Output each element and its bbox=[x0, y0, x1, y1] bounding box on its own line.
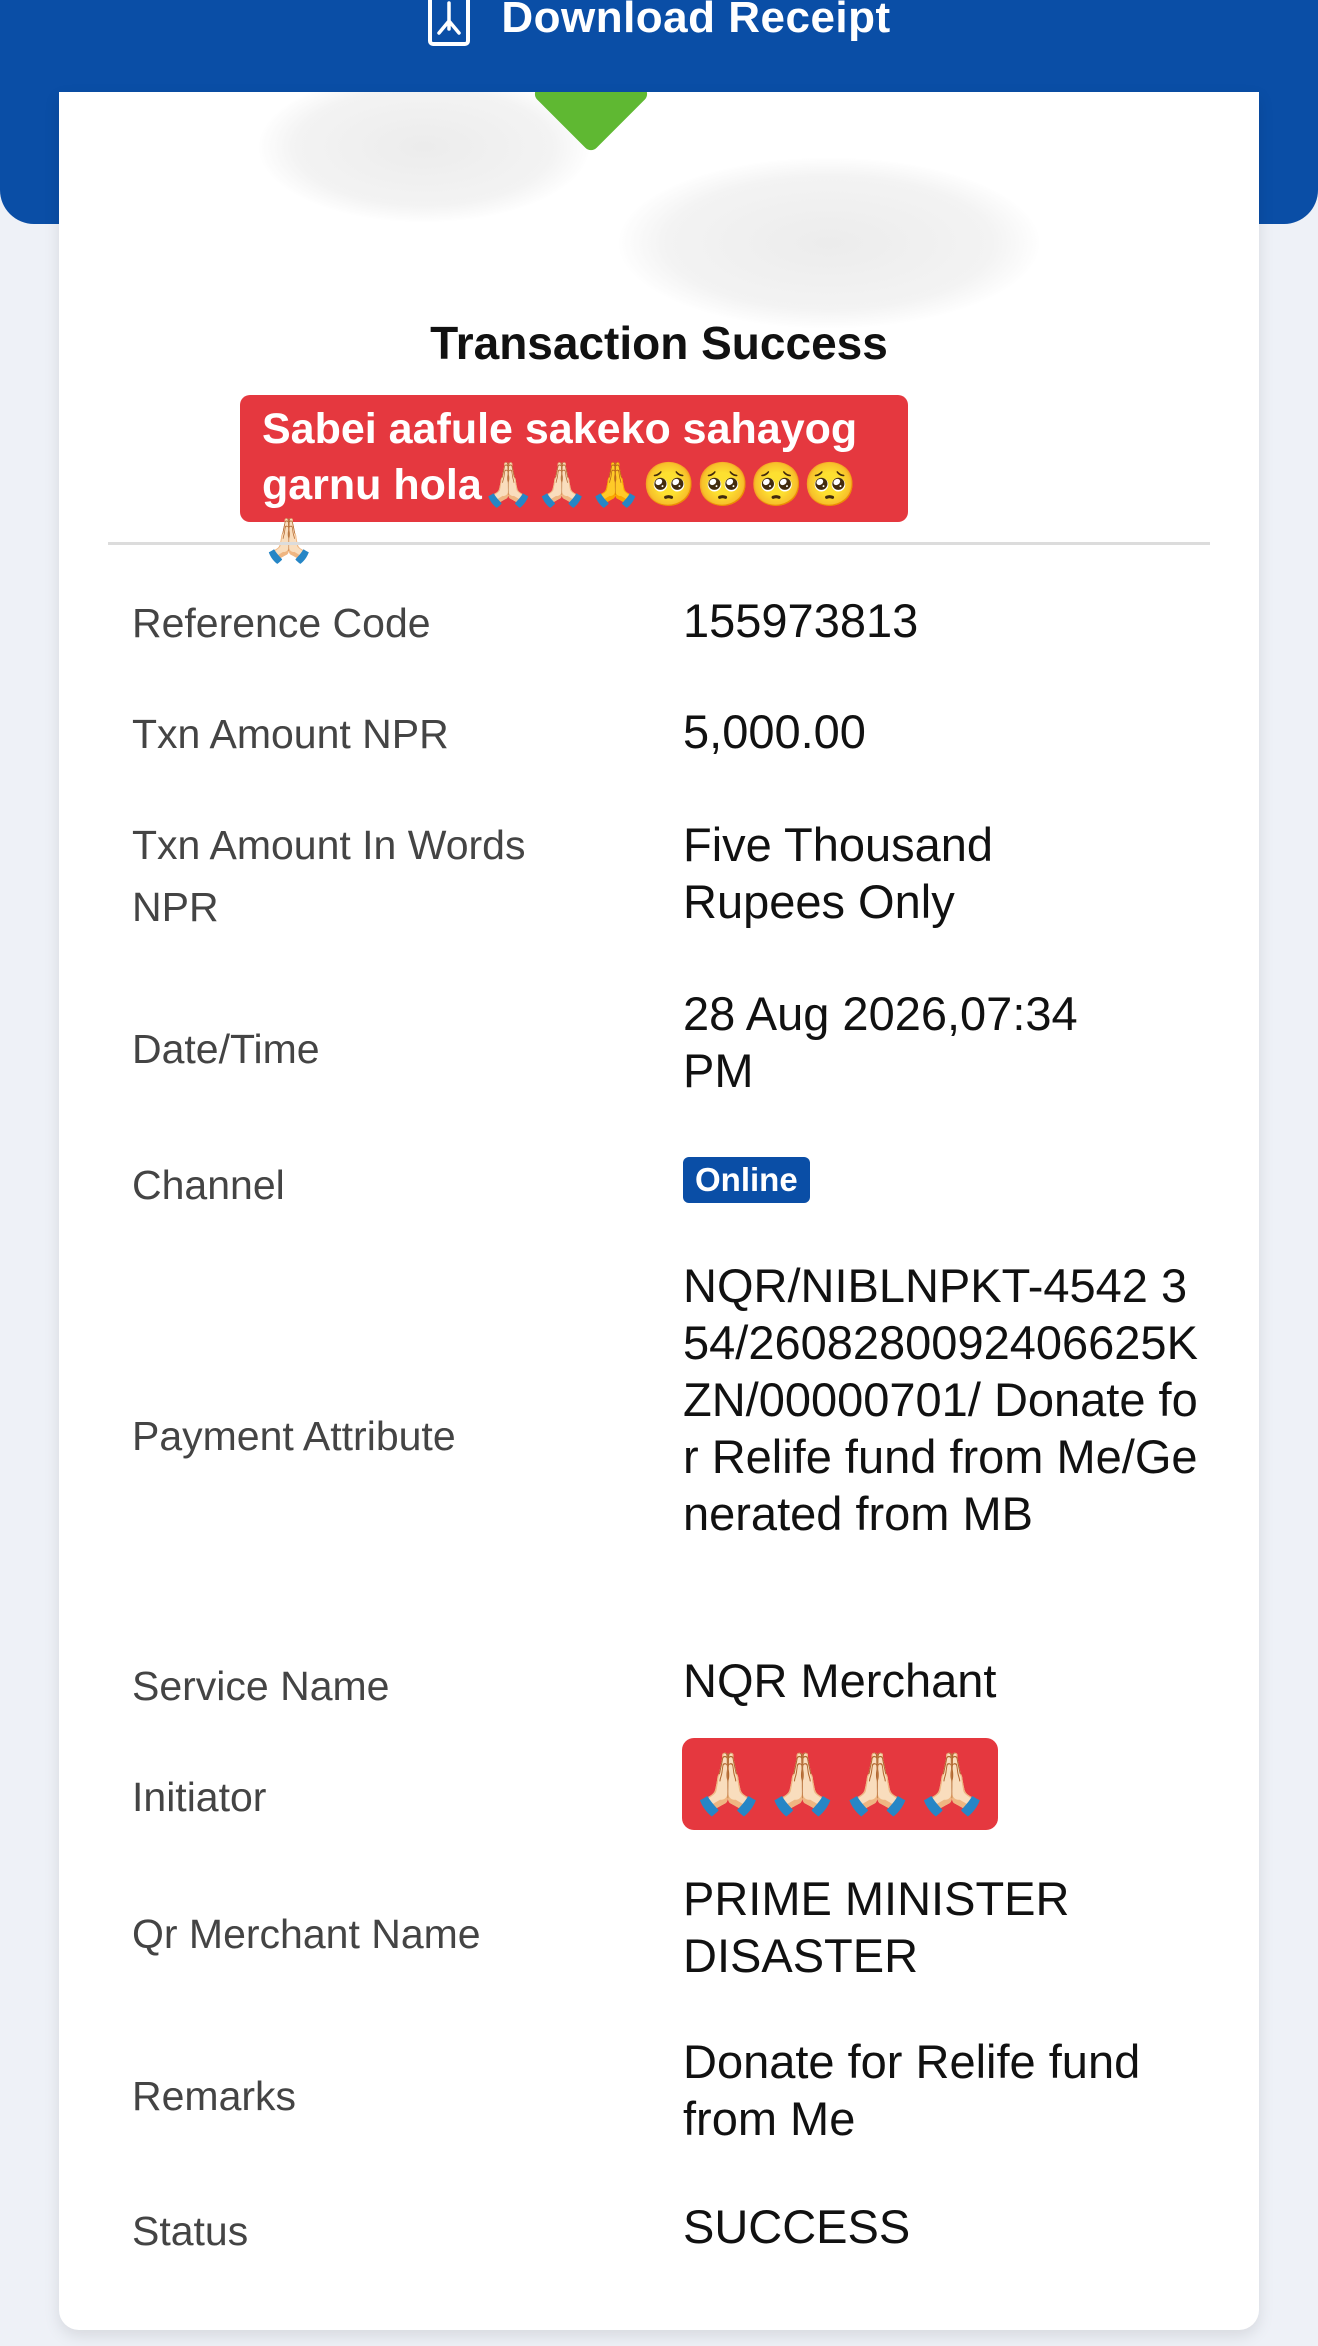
channel-label: Channel bbox=[132, 1162, 285, 1208]
status-value: SUCCESS bbox=[683, 2200, 911, 2253]
service-name-label: Service Name bbox=[132, 1663, 390, 1709]
cloud-decoration bbox=[619, 158, 1039, 328]
initiator-label: Initiator bbox=[132, 1774, 267, 1820]
reference-code-value: 155973813 bbox=[683, 594, 919, 647]
reference-code-label: Reference Code bbox=[132, 600, 431, 646]
amount-words-label: Txn Amount In Words NPR bbox=[132, 822, 526, 930]
download-receipt-label: Download Receipt bbox=[501, 0, 891, 42]
remarks-value: Donate for Relife fund from Me bbox=[683, 2035, 1141, 2145]
amount-words-value: Five Thousand Rupees Only bbox=[683, 818, 994, 928]
channel-badge: Online bbox=[683, 1157, 810, 1203]
page-title: Transaction Success bbox=[430, 317, 888, 369]
divider bbox=[108, 542, 1210, 545]
initiator-sticker: 🙏🏻🙏🏻🙏🏻🙏🏻 bbox=[682, 1738, 998, 1830]
qr-merchant-name-label: Qr Merchant Name bbox=[132, 1911, 481, 1957]
download-receipt-button[interactable]: Download Receipt bbox=[0, 0, 1318, 58]
qr-merchant-name-value: PRIME MINISTER DISASTER bbox=[683, 1872, 1070, 1982]
payment-attribute-value: NQR/NIBLNPKT-4542 354/2608280092406625KZ… bbox=[683, 1259, 1198, 1540]
pdf-document-icon bbox=[427, 0, 471, 47]
txn-amount-value: 5,000.00 bbox=[683, 705, 866, 758]
txn-amount-label: Txn Amount NPR bbox=[132, 711, 449, 757]
payment-attribute-label: Payment Attribute bbox=[132, 1413, 456, 1459]
sticker-text: Sabei aafule sakeko sahayog garnu hola🙏🏻… bbox=[240, 395, 908, 565]
remarks-label: Remarks bbox=[132, 2073, 297, 2119]
service-name-value: NQR Merchant bbox=[683, 1654, 997, 1707]
cloud-decoration bbox=[259, 92, 589, 222]
date-time-value: 28 Aug 2026,07:34 PM bbox=[683, 987, 1078, 1097]
status-label: Status bbox=[132, 2208, 249, 2254]
date-time-label: Date/Time bbox=[132, 1026, 320, 1072]
receipt-card: Transaction Success Sabei aafule sakeko … bbox=[59, 92, 1259, 2330]
